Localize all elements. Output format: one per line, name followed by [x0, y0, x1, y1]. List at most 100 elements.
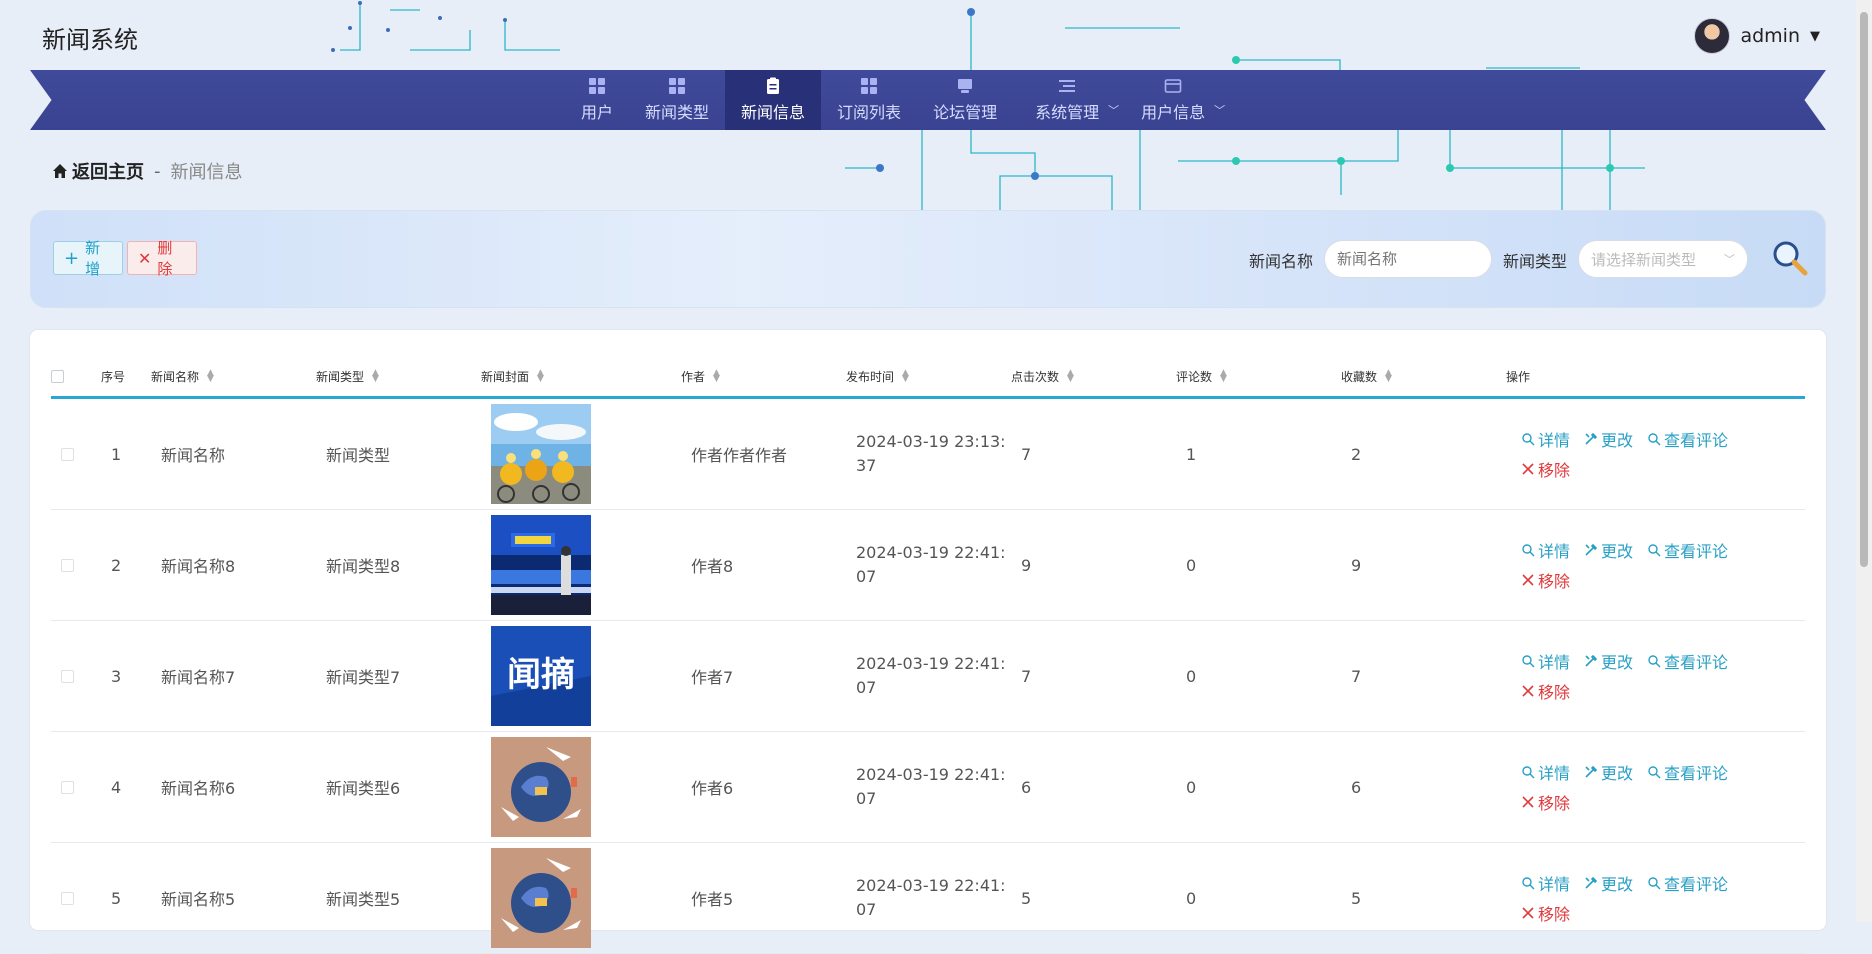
table-row: 3 新闻名称7 新闻类型7 闻摘 作者7 2024-03-19 22:41: 0…	[51, 621, 1805, 732]
edit-icon	[1585, 876, 1598, 889]
row-time-seconds: 07	[856, 567, 877, 586]
nav-item-news-info[interactable]: 新闻信息	[725, 70, 822, 130]
row-time-date: 2024-03-19 22:41:	[856, 543, 1006, 562]
sort-icon: ▲ ▼	[902, 368, 909, 384]
row-actions: 详情 更改 查看评论 移除	[1521, 732, 1728, 842]
clipboard-icon	[767, 77, 780, 94]
header-author[interactable]: 作者 ▲ ▼	[681, 356, 720, 396]
nav-item-users[interactable]: 用户	[565, 70, 629, 130]
caret-down-icon: ▼	[1810, 28, 1820, 44]
row-time-date: 2024-03-19 23:13:	[856, 432, 1006, 451]
row-time: 2024-03-19 22:41: 07	[856, 732, 1006, 842]
view-comments-button[interactable]: 查看评论	[1647, 427, 1728, 451]
row-author: 作者7	[691, 668, 734, 687]
add-button[interactable]: + 新增	[53, 239, 123, 278]
header-clicks[interactable]: 点击次数 ▲ ▼	[1011, 356, 1074, 396]
nav-item-forum[interactable]: 论坛管理	[917, 70, 1013, 130]
edit-icon	[1585, 765, 1598, 778]
nav-item-news-type[interactable]: 新闻类型	[629, 70, 725, 130]
row-checkbox[interactable]	[61, 510, 74, 620]
nav-item-user-info[interactable]: 用户信息 ﹀	[1125, 70, 1225, 130]
remove-button[interactable]: 移除	[1521, 568, 1570, 592]
svg-text:闻摘: 闻摘	[507, 655, 575, 695]
row-clicks: 7	[1021, 666, 1032, 686]
edit-button[interactable]: 更改	[1584, 427, 1633, 451]
edit-button[interactable]: 更改	[1584, 649, 1633, 673]
row-favorites: 9	[1351, 555, 1362, 575]
edit-button[interactable]: 更改	[1584, 538, 1633, 562]
row-time-date: 2024-03-19 22:41:	[856, 876, 1006, 895]
header-type[interactable]: 新闻类型 ▲ ▼	[316, 356, 379, 396]
row-cover[interactable]: 闻摘	[491, 621, 591, 731]
view-comments-button[interactable]: 查看评论	[1647, 649, 1728, 673]
scrollbar[interactable]	[1856, 0, 1872, 922]
view-comments-button[interactable]: 查看评论	[1647, 871, 1728, 895]
breadcrumb-home[interactable]: 返回主页	[52, 158, 144, 184]
nav-item-system[interactable]: 系统管理 ﹀	[1019, 70, 1119, 130]
view-comments-button[interactable]: 查看评论	[1647, 760, 1728, 784]
row-author: 作者作者作者	[691, 446, 788, 465]
row-favorites: 2	[1351, 444, 1362, 464]
card-icon	[1164, 79, 1182, 93]
row-time-date: 2024-03-19 22:41:	[856, 654, 1006, 673]
news-type-select[interactable]: 请选择新闻类型 ﹀	[1578, 240, 1748, 278]
row-checkbox[interactable]	[61, 399, 74, 509]
view-comments-button[interactable]: 查看评论	[1647, 538, 1728, 562]
row-time: 2024-03-19 23:13: 37	[856, 399, 1006, 509]
row-cover[interactable]	[491, 399, 591, 509]
nav-label: 系统管理	[1035, 103, 1100, 122]
sort-icon: ▲ ▼	[1220, 368, 1227, 384]
header-cover[interactable]: 新闻封面 ▲ ▼	[481, 356, 544, 396]
grid-icon	[669, 78, 686, 94]
row-no: 4	[111, 777, 122, 797]
row-cover[interactable]	[491, 843, 591, 953]
list-icon	[1059, 80, 1076, 92]
news-name-input[interactable]	[1324, 240, 1492, 278]
header-time[interactable]: 发布时间 ▲ ▼	[846, 356, 909, 396]
chevron-down-icon: ﹀	[1724, 253, 1735, 266]
row-time-seconds: 37	[856, 456, 877, 475]
comments-icon	[1648, 433, 1661, 446]
row-clicks: 7	[1021, 444, 1032, 464]
remove-button[interactable]: 移除	[1521, 679, 1570, 703]
delete-button[interactable]: ✕ 删除	[127, 239, 197, 278]
scroll-thumb[interactable]	[1860, 12, 1868, 567]
row-clicks: 6	[1021, 777, 1032, 797]
detail-button[interactable]: 详情	[1521, 760, 1570, 784]
header-comments[interactable]: 评论数 ▲ ▼	[1176, 356, 1227, 396]
row-time-seconds: 07	[856, 789, 877, 808]
remove-icon	[1522, 907, 1534, 919]
header-name[interactable]: 新闻名称 ▲ ▼	[151, 356, 214, 396]
remove-button[interactable]: 移除	[1521, 901, 1570, 925]
detail-button[interactable]: 详情	[1521, 427, 1570, 451]
row-checkbox[interactable]	[61, 843, 74, 953]
search-icon[interactable]	[1770, 238, 1810, 278]
detail-icon	[1522, 766, 1535, 779]
remove-button[interactable]: 移除	[1521, 457, 1570, 481]
header-favorites[interactable]: 收藏数 ▲ ▼	[1341, 356, 1392, 396]
row-cover[interactable]	[491, 732, 591, 842]
avatar	[1694, 18, 1731, 54]
table-row: 2 新闻名称8 新闻类型8 作者8 2024-03-19 22:41: 07 9…	[51, 510, 1805, 621]
breadcrumb-current: 新闻信息	[170, 162, 243, 183]
edit-button[interactable]: 更改	[1584, 871, 1633, 895]
select-all-checkbox[interactable]	[51, 356, 64, 396]
row-cover[interactable]	[491, 510, 591, 620]
row-favorites: 7	[1351, 666, 1362, 686]
row-checkbox[interactable]	[61, 732, 74, 842]
news-type-placeholder: 请选择新闻类型	[1591, 250, 1697, 269]
sort-icon: ▲ ▼	[713, 368, 720, 384]
row-type: 新闻类型7	[326, 668, 401, 687]
detail-icon	[1522, 655, 1535, 668]
nav-item-subscriptions[interactable]: 订阅列表	[821, 70, 917, 130]
home-icon	[53, 164, 67, 178]
sort-icon: ▲ ▼	[1385, 368, 1392, 384]
edit-button[interactable]: 更改	[1584, 760, 1633, 784]
row-actions: 详情 更改 查看评论 移除	[1521, 399, 1728, 509]
remove-button[interactable]: 移除	[1521, 790, 1570, 814]
detail-button[interactable]: 详情	[1521, 871, 1570, 895]
detail-button[interactable]: 详情	[1521, 538, 1570, 562]
user-menu[interactable]: admin ▼	[1694, 18, 1820, 54]
detail-button[interactable]: 详情	[1521, 649, 1570, 673]
row-checkbox[interactable]	[61, 621, 74, 731]
